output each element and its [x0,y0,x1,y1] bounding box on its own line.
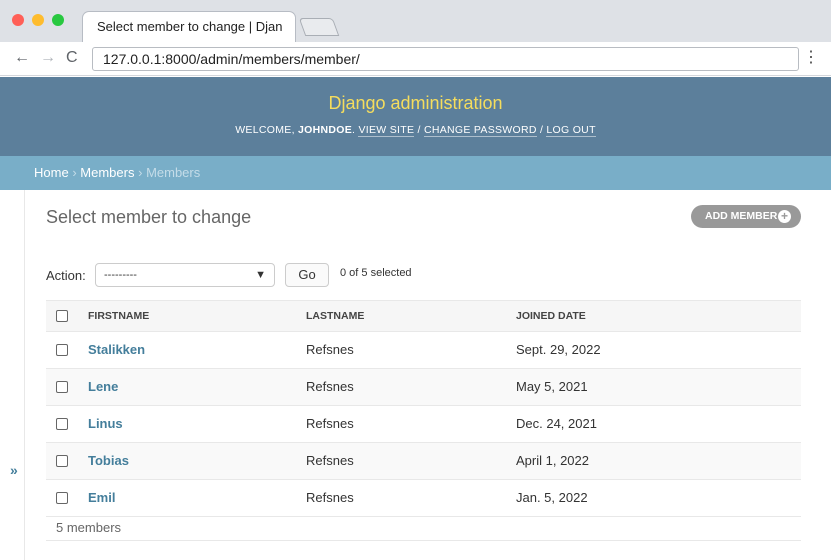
lastname-cell: Refsnes [306,342,354,357]
change-password-link[interactable]: Change password [423,124,537,137]
row-checkbox[interactable] [56,455,68,467]
forward-arrow-icon[interactable]: → [40,48,56,68]
admin-header: Django administration Welcome, johndoe. … [0,77,831,156]
paginator: 5 members [46,517,801,541]
breadcrumb-home[interactable]: Home [34,165,69,180]
row-checkbox[interactable] [56,492,68,504]
breadcrumb-separator: › [138,165,143,180]
browser-tab[interactable]: Select member to change | Djan [82,11,296,42]
sidebar-collapsed: » [0,190,25,560]
column-header-joined-date[interactable]: Joined date [516,301,586,332]
browser-menu-icon[interactable]: ⋮ [803,49,819,67]
close-window-button[interactable] [12,14,24,26]
address-bar: ← → C 127.0.0.1:8000/admin/members/membe… [0,42,831,76]
firstname-link[interactable]: Tobias [88,443,129,479]
actions-bar: Action: --------- ▼ Go 0 of 5 selected [46,263,412,287]
new-tab-button[interactable] [298,18,340,36]
reload-icon[interactable]: C [66,48,78,68]
window-controls [12,14,64,26]
go-button[interactable]: Go [285,263,329,287]
joined-date-cell: May 5, 2021 [516,379,588,394]
row-checkbox[interactable] [56,344,68,356]
site-branding[interactable]: Django administration [0,77,831,114]
add-member-label: Add member [705,210,778,222]
breadcrumb-app[interactable]: Members [80,165,134,180]
url-input[interactable]: 127.0.0.1:8000/admin/members/member/ [92,47,799,71]
action-select[interactable]: --------- ▼ [95,263,275,287]
select-all-checkbox[interactable] [56,310,68,322]
user-tools: Welcome, johndoe. View site / Change pas… [235,124,596,137]
view-site-link[interactable]: View site [358,124,415,137]
welcome-text: Welcome, [235,124,295,136]
log-out-link[interactable]: Log out [546,124,596,137]
maximize-window-button[interactable] [52,14,64,26]
lastname-cell: Refsnes [306,416,354,431]
plus-icon: + [778,210,791,223]
column-header-firstname[interactable]: Firstname [88,301,149,332]
action-label: Action: [46,267,86,283]
joined-date-cell: Dec. 24, 2021 [516,416,597,431]
table-row: Stalikken Refsnes Sept. 29, 2022 [46,332,801,369]
table-row: Emil Refsnes Jan. 5, 2022 [46,480,801,517]
joined-date-cell: Sept. 29, 2022 [516,342,601,357]
joined-date-cell: April 1, 2022 [516,453,589,468]
row-checkbox[interactable] [56,381,68,393]
row-checkbox[interactable] [56,418,68,430]
breadcrumb-current: Members [146,165,201,180]
joined-date-cell: Jan. 5, 2022 [516,490,588,505]
table-row: Linus Refsnes Dec. 24, 2021 [46,406,801,443]
firstname-link[interactable]: Lene [88,369,118,405]
table-header: Firstname Lastname Joined date [46,300,801,332]
lastname-cell: Refsnes [306,379,354,394]
chevron-down-icon: ▼ [255,269,266,281]
back-arrow-icon[interactable]: ← [14,48,30,68]
minimize-window-button[interactable] [32,14,44,26]
browser-tab-bar: Select member to change | Djan [0,0,831,42]
firstname-link[interactable]: Stalikken [88,332,145,368]
selection-counter: 0 of 5 selected [340,267,412,279]
lastname-cell: Refsnes [306,490,354,505]
action-select-value: --------- [104,269,137,281]
results-table: Firstname Lastname Joined date Stalikken… [46,300,801,541]
column-header-lastname[interactable]: Lastname [306,301,364,332]
table-row: Lene Refsnes May 5, 2021 [46,369,801,406]
username: johndoe [298,124,353,136]
breadcrumb-separator: › [72,165,77,180]
page-title: Select member to change [46,207,252,227]
add-member-button[interactable]: Add member + [691,205,801,228]
sidebar-toggle-icon[interactable]: » [10,462,18,478]
lastname-cell: Refsnes [306,453,354,468]
breadcrumb: Home › Members › Members [0,156,831,190]
table-row: Tobias Refsnes April 1, 2022 [46,443,801,480]
firstname-link[interactable]: Linus [88,406,123,442]
firstname-link[interactable]: Emil [88,480,115,516]
